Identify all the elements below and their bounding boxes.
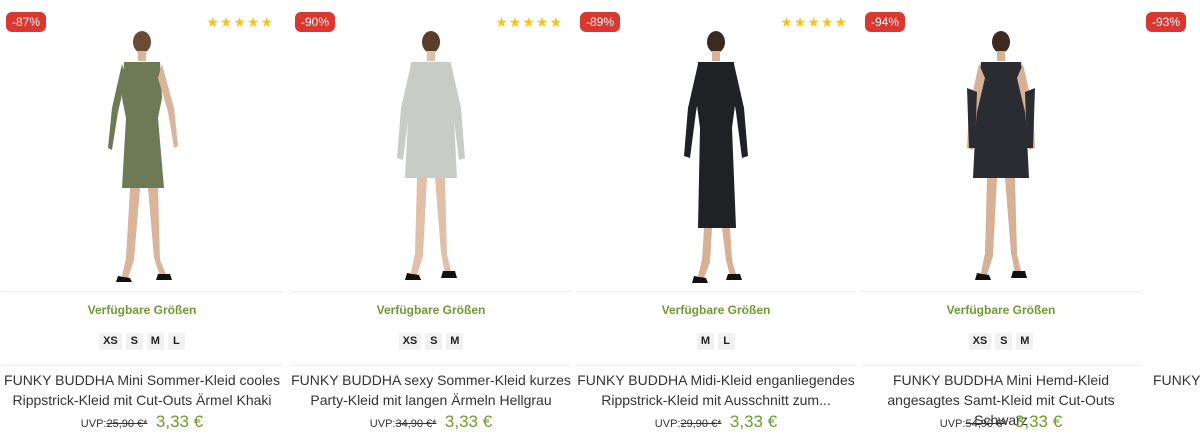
product-title-line: Rippstrick-Kleid mit Cut-Outs Ärmel Khak…	[12, 392, 272, 408]
size-option[interactable]: L	[167, 333, 185, 350]
divider	[861, 291, 1141, 292]
sale-price: 3,33 €	[729, 412, 778, 431]
uvp-label: UVP:	[654, 418, 681, 430]
discount-badge: -93%	[1146, 12, 1187, 32]
model-figure-icon	[684, 31, 748, 283]
size-option[interactable]: M	[446, 333, 464, 350]
size-option[interactable]: XS	[99, 333, 122, 350]
size-list: M L	[574, 333, 858, 350]
size-list: XS S M L	[0, 333, 284, 350]
size-option[interactable]: M	[696, 333, 715, 350]
divider	[2, 365, 282, 366]
product-card[interactable]: -94% Verfügbare Größen XS S M FUNKY BUDD…	[859, 0, 1143, 435]
uvp-label: UVP:	[80, 418, 107, 430]
product-title[interactable]: FUNKY BUDDHA Midi-Kleid enganliegendes R…	[574, 370, 858, 410]
old-price: 34,90 €*	[395, 418, 437, 430]
model-figure-icon	[397, 31, 465, 280]
sale-price: 3,33 €	[1014, 412, 1063, 431]
old-price: 54,90 €*	[965, 418, 1007, 430]
divider	[291, 365, 571, 366]
size-option[interactable]: S	[425, 333, 443, 350]
old-price: 29,90 €*	[680, 418, 722, 430]
size-option[interactable]: XS	[968, 333, 992, 350]
uvp-label: UVP:	[939, 418, 966, 430]
sale-price: 3,33 €	[444, 412, 493, 431]
divider	[576, 291, 856, 292]
size-option[interactable]: S	[995, 333, 1013, 350]
uvp-label: UVP:	[369, 418, 396, 430]
product-title[interactable]: FUNKY BUDDHA Mini Sommer-Kleid cooles Ri…	[0, 370, 284, 410]
size-option[interactable]: S	[125, 333, 143, 350]
price-row: UVP:54,90 €* 3,33 €	[859, 412, 1143, 432]
sizes-heading: Verfügbare Größen	[661, 303, 771, 317]
model-figure-icon	[108, 31, 178, 282]
price-row: UVP:34,90 €* 3,33 €	[289, 412, 573, 432]
old-price: 25,90 €*	[106, 418, 148, 430]
sale-price: 3,33 €	[155, 412, 204, 431]
product-title-line: FUNKY BUDDHA Mini Hemd-Kleid	[892, 372, 1109, 388]
size-option[interactable]: L	[718, 333, 736, 350]
divider	[291, 291, 571, 292]
product-image[interactable]	[0, 28, 284, 290]
product-title-line: FUNKY BUDDHA Mini Sommer-Kleid cooles	[4, 372, 280, 388]
product-image[interactable]	[574, 28, 858, 290]
product-title[interactable]: FUNKY BUDDHA sexy Sommer-Kleid kurzes Pa…	[289, 370, 573, 410]
size-list: XS S M	[289, 333, 573, 350]
product-card[interactable]: -89% ★★★★★ Verfügbare Größen M L FUNKY B…	[574, 0, 858, 435]
product-card[interactable]: -87% ★★★★★ Verfügbare Größen XS S M L FU…	[0, 0, 284, 435]
product-image[interactable]	[859, 28, 1143, 290]
divider	[861, 365, 1141, 366]
product-title[interactable]: FUNKY	[1153, 370, 1200, 390]
size-list: XS S M	[859, 333, 1143, 350]
product-title-line: Party-Kleid mit langen Ärmeln Hellgrau	[310, 392, 552, 408]
sizes-heading: Verfügbare Größen	[376, 303, 486, 317]
size-option[interactable]: M	[1016, 333, 1034, 350]
product-title-line: FUNKY BUDDHA Midi-Kleid enganliegendes	[577, 372, 855, 388]
product-image[interactable]	[289, 28, 573, 290]
sizes-heading: Verfügbare Größen	[87, 303, 197, 317]
sizes-heading: Verfügbare Größen	[946, 303, 1056, 317]
size-option[interactable]: XS	[398, 333, 422, 350]
divider	[576, 365, 856, 366]
size-option[interactable]: M	[146, 333, 164, 350]
product-card[interactable]: -90% ★★★★★ Verfügbare Größen XS S M FUNK…	[289, 0, 573, 435]
divider	[2, 291, 282, 292]
price-row: UVP:29,90 €* 3,33 €	[574, 412, 858, 432]
product-title-line: Rippstrick-Kleid mit Ausschnitt zum...	[601, 392, 831, 408]
model-figure-icon	[967, 31, 1035, 280]
price-row: UVP:25,90 €* 3,33 €	[0, 412, 284, 432]
product-title-line: FUNKY BUDDHA sexy Sommer-Kleid kurzes	[291, 372, 571, 388]
